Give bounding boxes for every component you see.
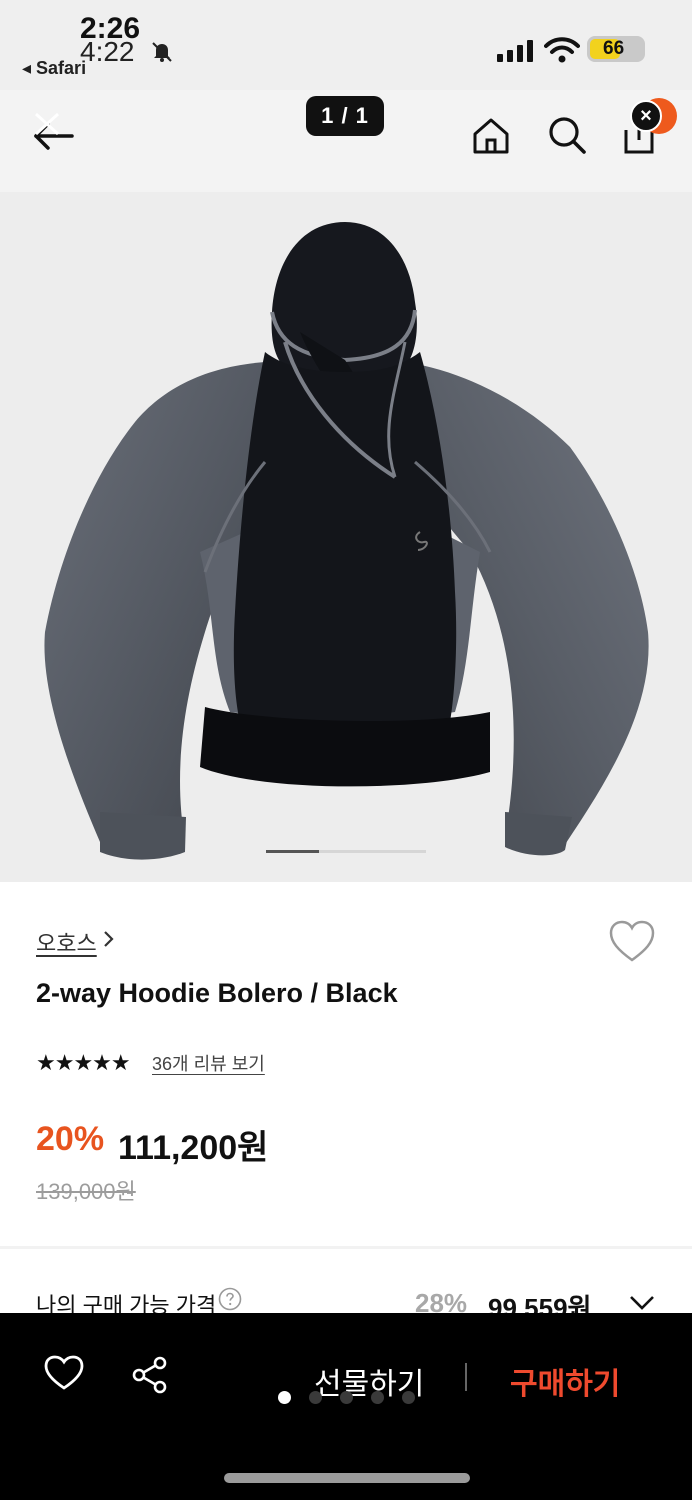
home-icon[interactable] bbox=[470, 114, 512, 161]
carousel-progress bbox=[266, 850, 426, 853]
bell-muted-icon bbox=[150, 40, 174, 69]
back-to-safari-link[interactable]: ◂ Safari bbox=[22, 58, 86, 79]
status-time-secondary: 4:22 bbox=[80, 36, 135, 67]
signal-icon bbox=[497, 40, 535, 67]
close-icon[interactable]: × bbox=[630, 100, 662, 132]
section-divider bbox=[0, 1246, 692, 1249]
rating-stars: ★★★★★ bbox=[36, 1050, 131, 1075]
product-title: 2-way Hoodie Bolero / Black bbox=[36, 978, 398, 1008]
original-price: 139,000원 bbox=[36, 1179, 136, 1204]
wishlist-heart-icon[interactable] bbox=[608, 920, 656, 969]
back-arrow-icon[interactable] bbox=[30, 108, 76, 159]
carousel-progress-active bbox=[266, 850, 319, 853]
chevron-right-icon bbox=[102, 930, 116, 953]
share-icon[interactable] bbox=[130, 1355, 170, 1400]
top-nav: 1 / 1 × bbox=[0, 90, 692, 192]
battery-level: 66 bbox=[603, 38, 625, 59]
product-image bbox=[44, 222, 649, 860]
discount-rate: 20% bbox=[36, 1120, 105, 1158]
battery-icon: 66 bbox=[587, 36, 645, 62]
buy-button[interactable]: 구매하기 bbox=[510, 1359, 620, 1403]
image-page-indicator: 1 / 1 bbox=[306, 96, 384, 136]
sale-price: 111,200원 bbox=[118, 1129, 269, 1167]
reviews-link[interactable]: 36개 리뷰 보기 bbox=[152, 1050, 265, 1076]
heart-icon[interactable] bbox=[44, 1355, 84, 1396]
help-icon[interactable] bbox=[218, 1287, 242, 1316]
page-dots bbox=[278, 1391, 415, 1404]
product-image-carousel[interactable] bbox=[0, 192, 692, 882]
wifi-icon bbox=[544, 36, 580, 69]
home-indicator[interactable] bbox=[224, 1473, 470, 1483]
status-bar: 2:26 4:22 ◂ Safari 66 bbox=[0, 0, 692, 90]
page-dot[interactable] bbox=[371, 1391, 384, 1404]
action-divider bbox=[465, 1363, 467, 1391]
page-dot[interactable] bbox=[402, 1391, 415, 1404]
bottom-action-bar: 선물하기 구매하기 bbox=[0, 1313, 692, 1500]
page-dot[interactable] bbox=[309, 1391, 322, 1404]
page-dot[interactable] bbox=[278, 1391, 291, 1404]
brand-link[interactable]: 오호스 bbox=[36, 926, 97, 958]
search-icon[interactable] bbox=[546, 114, 588, 161]
page-dot[interactable] bbox=[340, 1391, 353, 1404]
